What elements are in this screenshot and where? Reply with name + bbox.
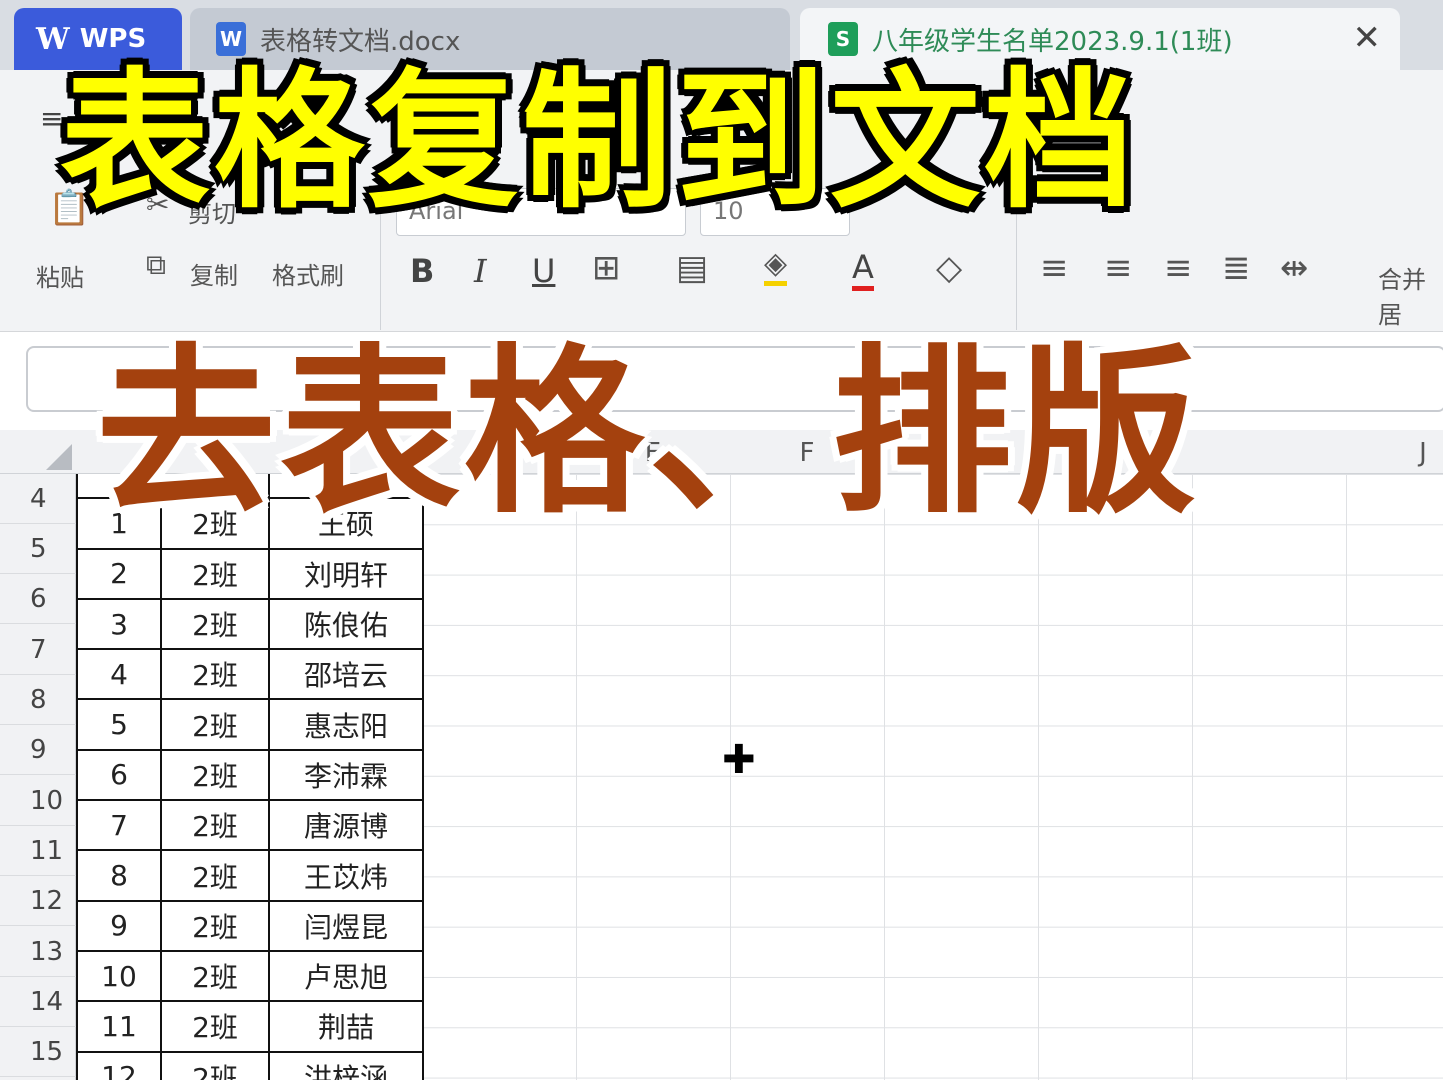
cell-number[interactable]: 10 bbox=[76, 949, 162, 1003]
cell-name[interactable]: 陈俍佑 bbox=[268, 597, 424, 651]
cell-class[interactable]: 2班 bbox=[160, 648, 270, 701]
cell-name[interactable]: 李沛霖 bbox=[268, 748, 424, 802]
row-header-cell[interactable]: 13 bbox=[0, 927, 76, 977]
row-header-cell[interactable]: 7 bbox=[0, 625, 76, 675]
select-all-corner[interactable] bbox=[46, 444, 72, 470]
cell-name[interactable]: 刘明轩 bbox=[268, 547, 424, 600]
cell-class[interactable]: 2班 bbox=[160, 849, 270, 902]
table-row: 9 2班 闫煜昆 bbox=[76, 899, 424, 952]
cell-number[interactable]: 5 bbox=[76, 698, 162, 751]
cell-name[interactable]: 卢思旭 bbox=[268, 949, 424, 1003]
row-header-cell[interactable]: 11 bbox=[0, 826, 76, 876]
row-header-cell[interactable]: 8 bbox=[0, 675, 76, 725]
border-icon[interactable]: ⊞ bbox=[592, 248, 621, 288]
cell-name[interactable]: 洪梓涵 bbox=[268, 1050, 424, 1080]
table-row: 4 2班 邵培云 bbox=[76, 648, 424, 701]
cell-class[interactable]: 2班 bbox=[160, 949, 270, 1003]
spreadsheet-grid[interactable]: 1 2班 王硕 2 2班 刘明轩 3 2班 陈俍佑 4 2班 邵培云 5 2班 惠志阳 6 2班 李沛霖… bbox=[76, 474, 1443, 1080]
cell-select-cursor-icon: ✚ bbox=[722, 737, 756, 783]
cell-class[interactable]: 2班 bbox=[160, 799, 270, 852]
table-row: 11 2班 荆喆 bbox=[76, 1000, 424, 1053]
cell-name[interactable]: 闫煜昆 bbox=[268, 899, 424, 952]
student-table: 1 2班 王硕 2 2班 刘明轩 3 2班 陈俍佑 4 2班 邵培云 5 2班 惠志阳 6 2班 李沛霖… bbox=[76, 474, 424, 1080]
paste-button[interactable]: 粘贴 bbox=[36, 258, 84, 293]
cell-class[interactable]: 2班 bbox=[160, 748, 270, 802]
row-header-cell[interactable]: 4 bbox=[0, 474, 76, 524]
align-right-icon[interactable]: ≡ bbox=[1164, 248, 1193, 288]
italic-button[interactable]: I bbox=[474, 252, 487, 290]
close-tab-icon[interactable]: ✕ bbox=[1353, 18, 1382, 58]
distribute-icon[interactable]: ⇹ bbox=[1280, 248, 1309, 288]
cell-class[interactable]: 2班 bbox=[160, 597, 270, 651]
align-center-icon[interactable]: ≡ bbox=[1104, 248, 1133, 288]
row-header-cell[interactable]: 6 bbox=[0, 574, 76, 624]
cell-name[interactable]: 荆喆 bbox=[268, 1000, 424, 1053]
cell-number[interactable]: 8 bbox=[76, 849, 162, 902]
merge-center-button[interactable]: 合并居 bbox=[1378, 260, 1443, 330]
cell-number[interactable]: 6 bbox=[76, 748, 162, 802]
cell-name[interactable]: 邵培云 bbox=[268, 648, 424, 701]
row-header: 4 5 6 7 8 9 10 11 12 13 14 15 bbox=[0, 474, 76, 1080]
cell-name[interactable]: 唐源博 bbox=[268, 799, 424, 852]
table-row: 10 2班 卢思旭 bbox=[76, 949, 424, 1003]
cell-style-icon[interactable]: ▤ bbox=[676, 248, 708, 288]
cell-class[interactable]: 2班 bbox=[160, 547, 270, 600]
overlay-title-line-2: 去表格、排版 bbox=[96, 329, 1201, 538]
cell-number[interactable]: 3 bbox=[76, 597, 162, 651]
justify-icon[interactable]: ≣ bbox=[1222, 248, 1251, 288]
cell-name[interactable]: 惠志阳 bbox=[268, 698, 424, 751]
table-row: 6 2班 李沛霖 bbox=[76, 748, 424, 802]
bold-button[interactable]: B bbox=[410, 252, 434, 290]
table-row: 12 2班 洪梓涵 bbox=[76, 1050, 424, 1080]
cell-number[interactable]: 11 bbox=[76, 1000, 162, 1053]
row-header-cell[interactable]: 15 bbox=[0, 1027, 76, 1077]
row-header-cell[interactable]: 9 bbox=[0, 725, 76, 775]
font-color-button[interactable]: A bbox=[852, 248, 874, 291]
cell-name[interactable]: 王苡炜 bbox=[268, 849, 424, 902]
table-row: 5 2班 惠志阳 bbox=[76, 698, 424, 751]
table-row: 2 2班 刘明轩 bbox=[76, 547, 424, 600]
cell-class[interactable]: 2班 bbox=[160, 698, 270, 751]
overlay-title-line-1: 表格复制到文档 bbox=[60, 55, 1139, 229]
row-header-cell[interactable]: 14 bbox=[0, 977, 76, 1027]
cell-class[interactable]: 2班 bbox=[160, 1050, 270, 1080]
cell-number[interactable]: 4 bbox=[76, 648, 162, 701]
row-header-cell[interactable]: 12 bbox=[0, 876, 76, 926]
table-row: 8 2班 王苡炜 bbox=[76, 849, 424, 902]
column-header-cell[interactable]: J bbox=[1346, 438, 1443, 468]
table-row: 3 2班 陈俍佑 bbox=[76, 597, 424, 651]
fill-color-icon[interactable]: ◈ bbox=[764, 246, 788, 286]
align-left-icon[interactable]: ≡ bbox=[1040, 248, 1069, 288]
cell-class[interactable]: 2班 bbox=[160, 899, 270, 952]
row-header-cell[interactable]: 10 bbox=[0, 776, 76, 826]
cell-number[interactable]: 7 bbox=[76, 799, 162, 852]
underline-button[interactable]: U bbox=[532, 252, 555, 290]
cell-number[interactable]: 9 bbox=[76, 899, 162, 952]
clear-format-icon[interactable]: ◇ bbox=[936, 248, 962, 288]
copy-icon[interactable]: ⧉ bbox=[146, 248, 166, 282]
cell-class[interactable]: 2班 bbox=[160, 1000, 270, 1053]
table-row: 7 2班 唐源博 bbox=[76, 799, 424, 852]
cell-number[interactable]: 2 bbox=[76, 547, 162, 600]
row-header-cell[interactable]: 5 bbox=[0, 524, 76, 574]
cell-number[interactable]: 12 bbox=[76, 1050, 162, 1080]
